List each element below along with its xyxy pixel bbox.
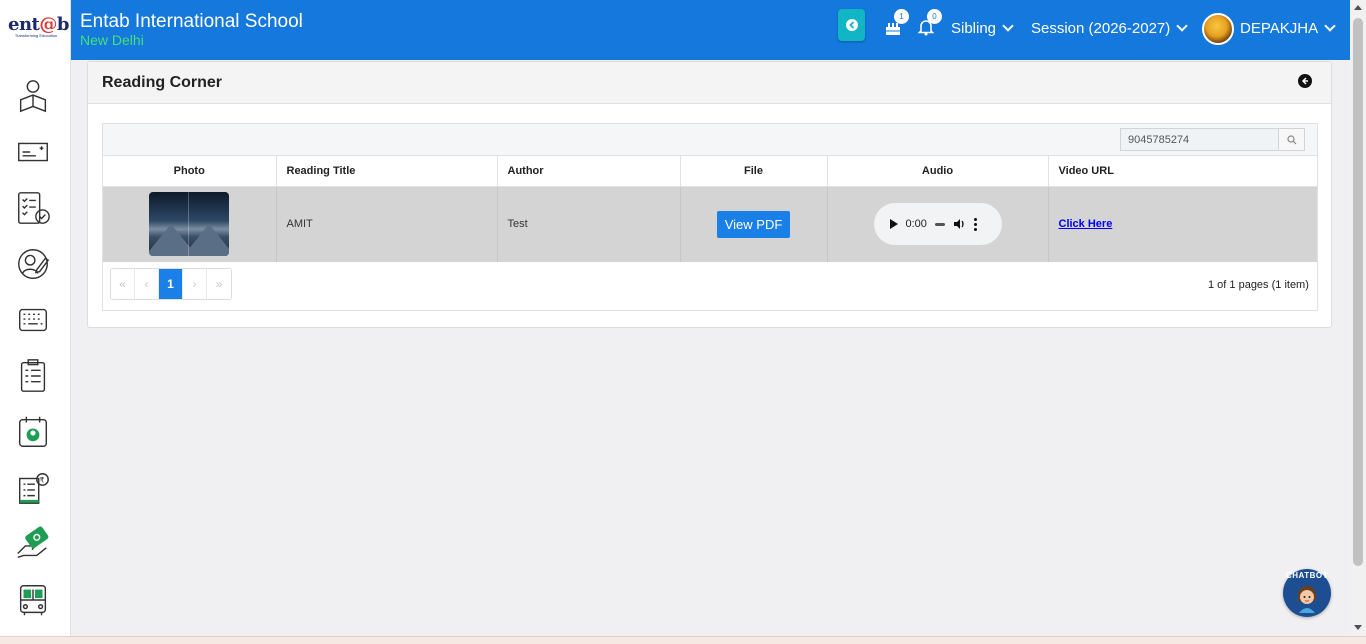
audio-player[interactable]: 0:00 — [873, 203, 1002, 246]
student-book-icon[interactable] — [13, 76, 53, 116]
card-header: Reading Corner — [88, 62, 1331, 104]
bus-icon[interactable] — [13, 580, 53, 620]
school-name: Entab International School — [80, 11, 303, 32]
grid-toolbar — [103, 124, 1317, 156]
reading-corner-card: Reading Corner Photo Reading Title Autho… — [87, 61, 1332, 328]
column-header-reading-title[interactable]: Reading Title — [276, 156, 498, 187]
chatbot-button[interactable]: CHATBOT — [1283, 569, 1331, 617]
column-header-file[interactable]: File — [680, 156, 828, 187]
back-arrow-icon[interactable] — [1298, 74, 1312, 88]
photo-cell — [103, 186, 277, 262]
avatar[interactable] — [1202, 13, 1234, 45]
volume-icon[interactable] — [953, 218, 966, 230]
video-link[interactable]: Click Here — [1059, 218, 1113, 230]
previous-page-button[interactable]: ‹ — [135, 269, 159, 299]
page-button-current[interactable]: 1 — [159, 269, 183, 299]
page-title: Reading Corner — [102, 74, 223, 91]
bottom-strip — [0, 636, 1366, 644]
switch-back-button[interactable] — [838, 9, 865, 41]
top-header: Entab International School New Delhi 1 0… — [71, 0, 1350, 60]
chevron-down-icon — [1324, 20, 1336, 32]
scroll-down-arrow-icon[interactable] — [1354, 625, 1362, 630]
session-label: Session (2026-2027) — [1031, 20, 1171, 37]
video-url-cell: Click Here — [1048, 186, 1317, 262]
reading-title-cell: AMIT — [276, 186, 498, 262]
school-city: New Delhi — [80, 32, 144, 48]
reading-photo[interactable] — [149, 192, 230, 257]
user-name: DEPAKJHA — [1240, 20, 1319, 37]
table-row[interactable]: AMIT Test View PDF 0:00 Click Here — [103, 186, 1317, 262]
pager-info: 1 of 1 pages (1 item) — [1208, 279, 1309, 291]
user-edit-icon[interactable] — [13, 244, 53, 284]
first-page-button[interactable]: « — [111, 269, 135, 299]
svg-text:₹: ₹ — [40, 475, 45, 484]
table-header-row: Photo Reading Title Author File Audio Vi… — [103, 156, 1317, 187]
column-header-photo[interactable]: Photo — [103, 156, 277, 187]
sibling-menu[interactable]: Sibling — [951, 20, 1014, 37]
payment-hand-icon[interactable] — [13, 524, 53, 564]
audio-time: 0:00 — [905, 218, 927, 231]
scroll-thumb[interactable] — [1353, 18, 1363, 566]
notification-badge: 0 — [927, 9, 942, 24]
reading-table: Photo Reading Title Author File Audio Vi… — [103, 156, 1317, 262]
keyboard-icon[interactable] — [13, 300, 53, 340]
pager: « ‹ 1 › » — [110, 268, 232, 300]
user-menu[interactable]: DEPAKJHA — [1240, 20, 1336, 37]
checklist-icon[interactable] — [13, 188, 53, 228]
logo-text-at: @ — [39, 14, 57, 35]
chatbot-label: CHATBOT — [1285, 571, 1328, 580]
page-scrollbar[interactable] — [1350, 0, 1366, 636]
audio-progress-bar[interactable] — [934, 222, 945, 226]
chevron-down-icon — [1176, 20, 1188, 32]
chevron-down-icon — [1002, 20, 1014, 32]
sidebar: ent@b Transforming Education ₹ — [0, 0, 71, 636]
logo-text-a: ent — [8, 14, 40, 35]
file-cell: View PDF — [680, 186, 828, 262]
column-header-audio[interactable]: Audio — [827, 156, 1049, 187]
author-cell: Test — [497, 186, 681, 262]
session-menu[interactable]: Session (2026-2027) — [1031, 20, 1188, 37]
clipboard-list-icon[interactable] — [13, 356, 53, 396]
last-page-button[interactable]: » — [207, 269, 231, 299]
play-icon[interactable] — [889, 219, 898, 230]
logo-tagline: Transforming Education — [14, 33, 58, 38]
birthday-badge: 1 — [894, 9, 909, 24]
search-button[interactable] — [1278, 128, 1305, 151]
calendar-user-icon[interactable] — [13, 412, 53, 452]
view-pdf-button[interactable]: View PDF — [716, 210, 791, 238]
search-input[interactable] — [1120, 128, 1278, 151]
chatbot-avatar-icon — [1298, 586, 1316, 613]
arrow-left-circle-icon — [845, 19, 858, 31]
fee-receipt-icon[interactable]: ₹ — [13, 468, 53, 508]
audio-cell: 0:00 — [827, 186, 1049, 262]
reading-grid: Photo Reading Title Author File Audio Vi… — [102, 123, 1318, 311]
sibling-label: Sibling — [951, 20, 997, 37]
more-options-icon[interactable] — [973, 217, 977, 231]
logo-text-b: b — [56, 14, 70, 35]
entab-logo[interactable]: ent@b Transforming Education — [8, 14, 69, 46]
id-card-icon[interactable] — [13, 132, 53, 172]
logo-wordmark: ent@b — [8, 14, 69, 35]
scroll-up-arrow-icon[interactable] — [1354, 5, 1362, 10]
column-header-author[interactable]: Author — [497, 156, 681, 187]
next-page-button[interactable]: › — [183, 269, 207, 299]
search-icon — [1286, 134, 1296, 144]
column-header-video-url[interactable]: Video URL — [1048, 156, 1317, 187]
